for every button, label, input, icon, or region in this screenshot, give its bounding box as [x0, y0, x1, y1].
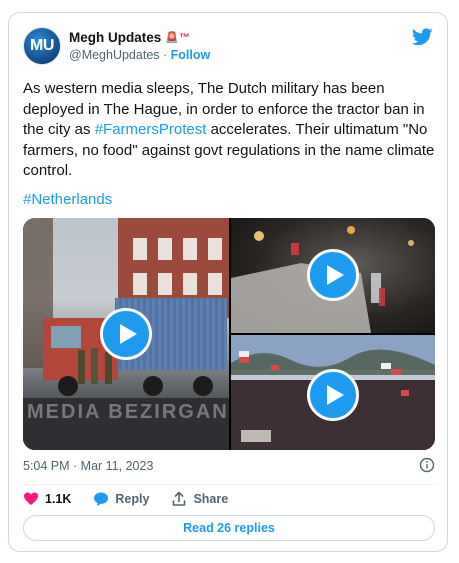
info-icon[interactable]: [419, 457, 435, 473]
handle-row: @MeghUpdates · Follow: [69, 48, 210, 62]
hashtag-farmersprotest[interactable]: #FarmersProtest: [95, 121, 207, 138]
reply-label: Reply: [115, 492, 150, 506]
share-icon: [173, 491, 186, 506]
display-name[interactable]: Megh Updates: [69, 30, 161, 45]
twitter-bird-icon[interactable]: [412, 28, 433, 46]
handle[interactable]: @MeghUpdates: [69, 48, 160, 62]
heart-icon: [24, 492, 38, 505]
video-thumbnail-crowd[interactable]: [231, 335, 435, 450]
follow-link[interactable]: Follow: [171, 48, 211, 62]
play-button-crowd[interactable]: [307, 369, 359, 421]
reply-bubble-icon: [94, 492, 109, 506]
avatar[interactable]: MU: [23, 27, 61, 65]
share-label: Share: [193, 492, 229, 506]
tweet-text: As western media sleeps, The Dutch milit…: [23, 79, 437, 182]
like-count: 1.1K: [45, 492, 72, 506]
play-button-night[interactable]: [307, 249, 359, 301]
like-button[interactable]: 1.1K: [23, 491, 71, 507]
play-icon: [327, 385, 344, 405]
divider: [23, 484, 437, 485]
read-replies-label: Read 26 replies: [183, 521, 275, 535]
play-icon: [120, 324, 137, 344]
media-watermark: MEDIA BEZIRGAN: [27, 401, 229, 423]
play-icon: [327, 265, 344, 285]
handle-separator: ·: [163, 48, 168, 62]
reply-button[interactable]: Reply: [93, 491, 149, 507]
hashtag-netherlands[interactable]: #Netherlands: [23, 191, 112, 208]
action-bar: 1.1K Reply Share: [23, 491, 250, 507]
tweet-card: MU Megh Updates 🚨™ @MeghUpdates · Follow…: [8, 12, 448, 552]
timestamp[interactable]: 5:04 PM · Mar 11, 2023: [23, 459, 153, 473]
share-button[interactable]: Share: [171, 491, 228, 507]
avatar-initials: MU: [30, 37, 54, 54]
media-grid: MEDIA BEZIRGAN: [23, 218, 435, 450]
name-row: Megh Updates 🚨™: [69, 30, 210, 45]
name-flair: 🚨™: [165, 32, 190, 44]
read-replies-button[interactable]: Read 26 replies: [23, 515, 435, 541]
play-button-main[interactable]: [100, 308, 152, 360]
video-thumbnail-night[interactable]: [231, 218, 435, 333]
author-block: Megh Updates 🚨™ @MeghUpdates · Follow: [69, 30, 210, 62]
video-thumbnail-main[interactable]: MEDIA BEZIRGAN: [23, 218, 229, 450]
timestamp-row: 5:04 PM · Mar 11, 2023: [23, 457, 437, 473]
